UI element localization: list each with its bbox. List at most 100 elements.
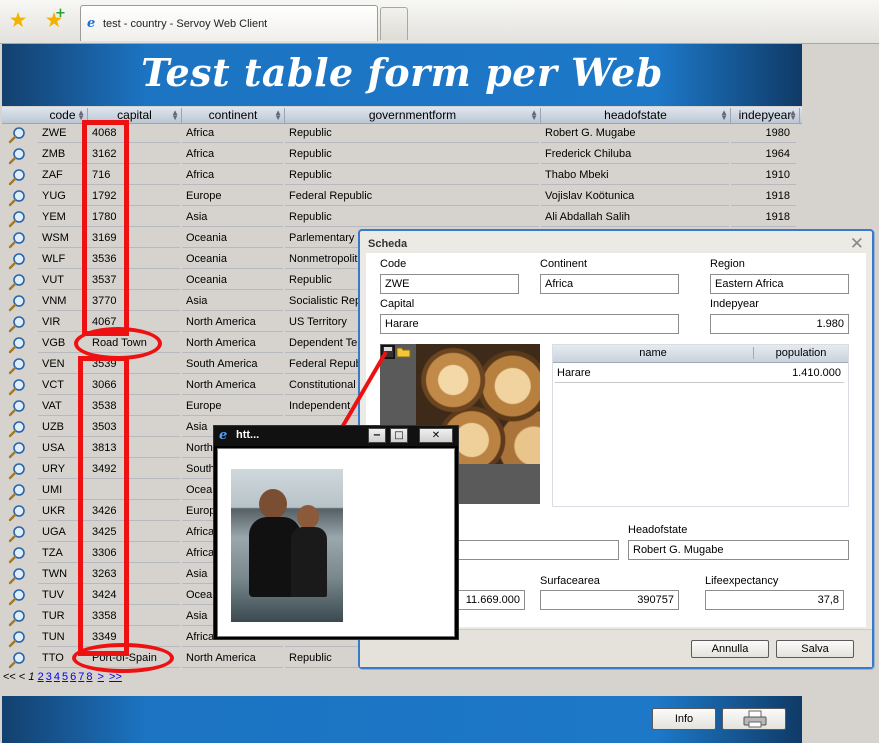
column-header-code[interactable]: code ▲ ▼ [38, 108, 88, 123]
cell-continent: North America [182, 316, 283, 332]
magnifier-icon[interactable] [8, 378, 28, 396]
capital-field[interactable]: Harare [380, 314, 679, 334]
pager-page-link[interactable]: 4 [54, 671, 60, 683]
magnifier-icon[interactable] [8, 168, 28, 186]
column-header-governmentform[interactable]: governmentform ▲ ▼ [285, 108, 541, 123]
magnifier-icon[interactable] [8, 273, 28, 291]
header-banner: Test table form per Web [2, 44, 802, 106]
info-button[interactable]: Info [652, 708, 716, 730]
magnifier-icon[interactable] [8, 525, 28, 543]
pager-current: 1 [28, 671, 35, 683]
magnifier-icon[interactable] [8, 462, 28, 480]
close-icon[interactable]: ✕ [419, 428, 453, 443]
magnifier-icon[interactable] [8, 189, 28, 207]
pager-page-link[interactable]: 2 [38, 671, 44, 683]
cell-code: ZAF [38, 169, 88, 185]
surfacearea-field[interactable]: 390757 [540, 590, 679, 610]
headofstate-field[interactable]: Robert G. Mugabe [628, 540, 849, 560]
magnifier-icon[interactable] [8, 357, 28, 375]
cities-column-name[interactable]: name [553, 347, 753, 359]
indepyear-field[interactable]: 1.980 [710, 314, 849, 334]
magnifier-icon[interactable] [8, 315, 28, 333]
save-image-icon[interactable] [381, 345, 395, 359]
favorites-star-icon[interactable]: ★ [7, 9, 29, 31]
cell-continent: Oceania [182, 274, 283, 290]
pager-page-link[interactable]: 8 [86, 671, 92, 683]
cell-code: YEM [38, 211, 88, 227]
image-popup-window: e htt... − □ ✕ [213, 425, 459, 640]
pager-next[interactable]: > [98, 671, 104, 683]
pager: << < 1 2345678 > >> [3, 671, 124, 683]
magnifier-icon[interactable] [8, 147, 28, 165]
region-field[interactable]: Eastern Africa [710, 274, 849, 294]
cell-governmentform: Republic [285, 148, 539, 164]
magnifier-icon[interactable] [8, 336, 28, 354]
sort-icon: ▲ ▼ [171, 108, 179, 122]
magnifier-icon[interactable] [8, 441, 28, 459]
cell-continent: Africa [182, 148, 283, 164]
cell-code: VUT [38, 274, 88, 290]
cell-headofstate: Thabo Mbeki [541, 169, 729, 185]
column-header-continent[interactable]: continent ▲ ▼ [182, 108, 285, 123]
magnifier-icon[interactable] [8, 420, 28, 438]
new-tab-button[interactable] [380, 7, 408, 40]
cell-governmentform: Republic [285, 211, 539, 227]
cell-continent: Europe [182, 400, 283, 416]
cell-headofstate: Frederick Chiluba [541, 148, 729, 164]
cell-continent: North America [182, 379, 283, 395]
column-header-indepyear[interactable]: indepyear ▲ ▼ [731, 108, 800, 123]
magnifier-icon[interactable] [8, 546, 28, 564]
open-folder-icon[interactable] [396, 345, 412, 359]
column-header-headofstate[interactable]: headofstate ▲ ▼ [541, 108, 731, 123]
continent-label: Continent [540, 258, 588, 270]
magnifier-icon[interactable] [8, 231, 28, 249]
magnifier-icon[interactable] [8, 483, 28, 501]
magnifier-icon[interactable] [8, 567, 28, 585]
cell-headofstate: Vojislav Koötunica [541, 190, 729, 206]
magnifier-icon[interactable] [8, 630, 28, 648]
magnifier-icon[interactable] [8, 294, 28, 312]
browser-tab-active[interactable]: e test - country - Servoy Web Client [80, 5, 378, 41]
magnifier-icon[interactable] [8, 210, 28, 228]
sort-icon: ▲ ▼ [530, 108, 538, 122]
cell-code: VIR [38, 316, 88, 332]
pager-prev[interactable]: < [19, 671, 25, 683]
print-button[interactable] [722, 708, 786, 730]
magnifier-icon[interactable] [8, 126, 28, 144]
magnifier-icon[interactable] [8, 588, 28, 606]
magnifier-icon[interactable] [8, 504, 28, 522]
magnifier-icon[interactable] [8, 399, 28, 417]
pager-first[interactable]: << [3, 671, 16, 683]
maximize-icon[interactable]: □ [390, 428, 408, 443]
continent-field[interactable]: Africa [540, 274, 679, 294]
browser-toolbar: ★ ★ + e test - country - Servoy Web Clien… [0, 0, 879, 44]
cell-code: WSM [38, 232, 88, 248]
cell-code: WLF [38, 253, 88, 269]
lifeexpectancy-field[interactable]: 37,8 [705, 590, 844, 610]
add-favorite-icon[interactable]: ★ + [43, 6, 66, 31]
headofstate-label: Headofstate [628, 524, 688, 536]
cell-indepyear: 1964 [731, 148, 796, 164]
pager-page-link[interactable]: 7 [78, 671, 84, 683]
annotation-rect-bottom [78, 356, 129, 656]
magnifier-icon[interactable] [8, 651, 28, 669]
close-icon[interactable]: ✕ [850, 234, 864, 254]
pager-page-link[interactable]: 3 [46, 671, 52, 683]
sort-icon: ▲ ▼ [789, 108, 797, 122]
cell-code: YUG [38, 190, 88, 206]
cell-indepyear: 1980 [731, 127, 796, 143]
pager-page-link[interactable]: 6 [70, 671, 76, 683]
pager-page-link[interactable]: 5 [62, 671, 68, 683]
cancel-button[interactable]: Annulla [691, 640, 769, 658]
code-field[interactable]: ZWE [380, 274, 519, 294]
minimize-icon[interactable]: − [368, 428, 386, 443]
region-label: Region [710, 258, 745, 270]
page-title: Test table form per Web [141, 50, 663, 95]
save-button[interactable]: Salva [776, 640, 854, 658]
magnifier-icon[interactable] [8, 252, 28, 270]
cell-continent: Asia [182, 211, 283, 227]
cities-column-population[interactable]: population [753, 347, 848, 359]
footer-bar: Info [2, 696, 802, 743]
magnifier-icon[interactable] [8, 609, 28, 627]
popup-titlebar[interactable]: e htt... − □ ✕ [214, 426, 458, 446]
